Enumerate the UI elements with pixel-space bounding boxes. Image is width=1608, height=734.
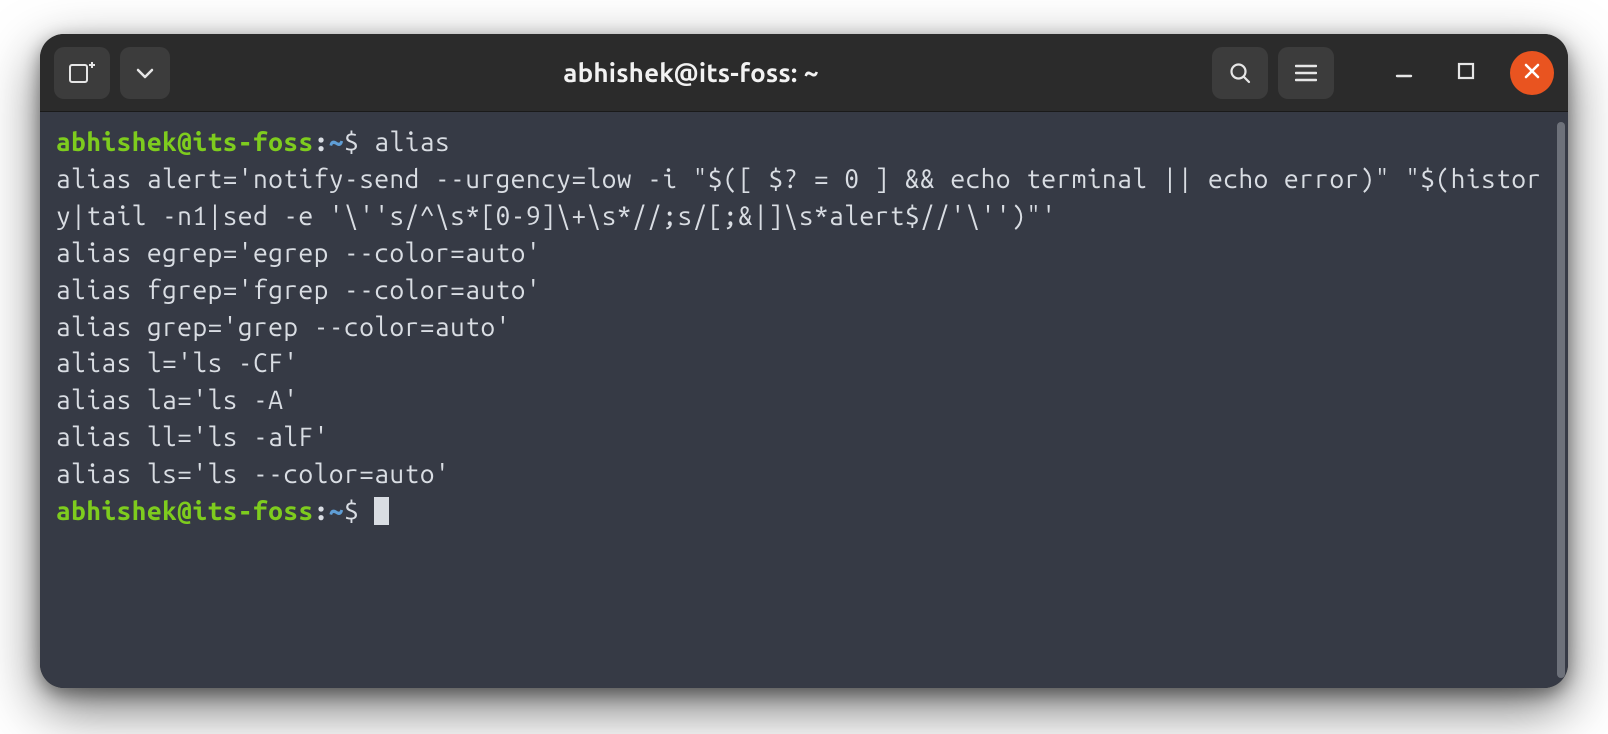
maximize-button[interactable] — [1444, 51, 1488, 95]
output-line: alias ls='ls --color=auto' — [56, 459, 450, 488]
output-line: alias l='ls -CF' — [56, 348, 299, 377]
prompt-dollar: $ — [344, 127, 374, 156]
terminal-window: abhishek@its-foss: ~ — [40, 34, 1568, 688]
minimize-icon — [1395, 62, 1413, 84]
maximize-icon — [1457, 62, 1475, 84]
hamburger-menu-button[interactable] — [1278, 47, 1334, 99]
hamburger-icon — [1295, 64, 1317, 82]
prompt-user-host: abhishek@its-foss — [56, 127, 314, 156]
prompt-path: ~ — [329, 496, 344, 525]
cursor — [374, 497, 389, 524]
new-tab-icon — [68, 61, 96, 85]
output-line: alias egrep='egrep --color=auto' — [56, 238, 541, 267]
prompt-user-host: abhishek@its-foss — [56, 496, 314, 525]
output-line: alias fgrep='fgrep --color=auto' — [56, 275, 541, 304]
new-tab-button[interactable] — [54, 47, 110, 99]
chevron-down-icon — [136, 67, 154, 79]
terminal-content[interactable]: abhishek@its-foss:~$ alias alias alert='… — [40, 112, 1554, 688]
prompt-dollar: $ — [344, 496, 374, 525]
minimize-button[interactable] — [1382, 51, 1426, 95]
output-line: alias ll='ls -alF' — [56, 422, 329, 451]
window-title: abhishek@its-foss: ~ — [180, 58, 1202, 87]
close-button[interactable] — [1510, 51, 1554, 95]
output-line: alias la='ls -A' — [56, 385, 299, 414]
prompt-colon: : — [314, 127, 329, 156]
scrollbar[interactable] — [1554, 112, 1568, 688]
output-line: alias alert='notify-send --urgency=low -… — [56, 164, 1542, 230]
command-text: alias — [374, 127, 450, 156]
prompt-path: ~ — [329, 127, 344, 156]
close-icon — [1524, 63, 1540, 83]
search-icon — [1228, 61, 1252, 85]
tab-menu-button[interactable] — [120, 47, 170, 99]
search-button[interactable] — [1212, 47, 1268, 99]
terminal-area[interactable]: abhishek@its-foss:~$ alias alias alert='… — [40, 112, 1568, 688]
scrollbar-thumb[interactable] — [1557, 122, 1565, 678]
titlebar: abhishek@its-foss: ~ — [40, 34, 1568, 112]
prompt-colon: : — [314, 496, 329, 525]
output-line: alias grep='grep --color=auto' — [56, 312, 511, 341]
